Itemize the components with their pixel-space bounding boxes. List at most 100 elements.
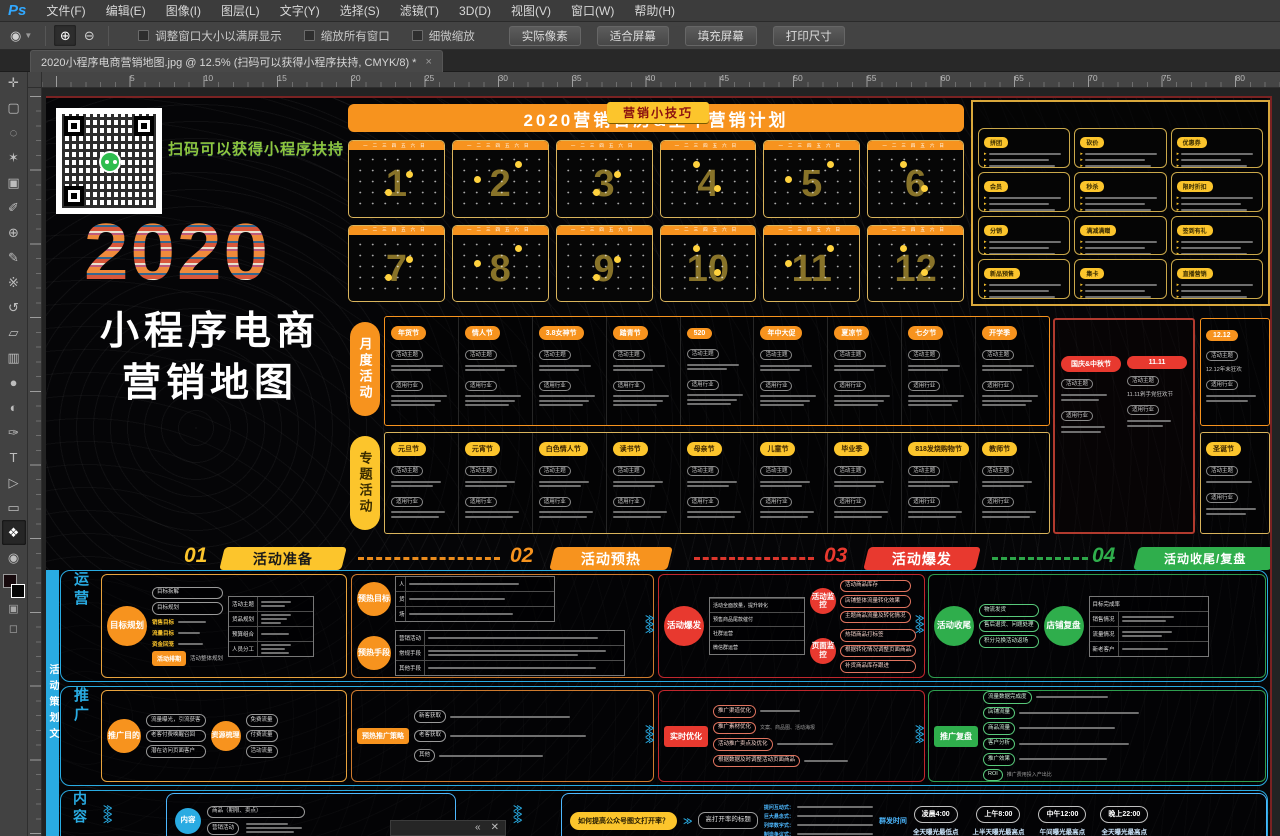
weekday-header: 一二三四五六日: [764, 141, 859, 150]
menu-item[interactable]: 文字(Y): [270, 0, 330, 22]
canvas-area[interactable]: 扫码可以获得小程序扶持 2020 小程序电商 营销地图 2020营销日历&全年营…: [42, 88, 1280, 836]
menu-item[interactable]: 窗口(W): [561, 0, 624, 22]
time-caption: 上半天曝光最高点: [972, 826, 1024, 836]
brush-tool[interactable]: ✎: [2, 245, 26, 270]
move-tool[interactable]: ✛: [2, 70, 26, 95]
themed-activities-label: 专题活动: [350, 436, 380, 530]
weekday-header: 一二三四五六日: [349, 141, 444, 150]
ruler-number: 25: [425, 73, 434, 83]
fit-screen-button[interactable]: 适合屏幕: [597, 26, 669, 46]
tip-title: 限时折扣: [1177, 181, 1213, 192]
actual-pixels-button[interactable]: 实际像素: [509, 26, 581, 46]
node-store-review: 店铺复盘: [1044, 606, 1084, 646]
blur-tool[interactable]: ●: [2, 370, 26, 395]
promotion-row: 推广 推广目的 流量曝光，引流获客老客付费唤醒召回潜在访问页面客户 资源梳理 免…: [60, 686, 1268, 786]
menu-item[interactable]: 文件(F): [36, 0, 95, 22]
poster-title-line1: 小程序电商: [60, 300, 360, 356]
close-icon[interactable]: ×: [425, 56, 431, 68]
lasso-tool[interactable]: ◌: [2, 120, 26, 145]
menu-item[interactable]: 视图(V): [501, 0, 561, 22]
print-size-button[interactable]: 打印尺寸: [773, 26, 845, 46]
clone-stamp-tool[interactable]: ※: [2, 270, 26, 295]
tip-title: 优惠券: [1177, 137, 1207, 148]
industry-label: 适用行业: [982, 381, 1014, 391]
magic-wand-tool[interactable]: ✶: [2, 145, 26, 170]
phase-dash: [694, 557, 814, 560]
highlight-date: [785, 176, 792, 183]
checkbox-icon: [304, 30, 315, 41]
month-card: 一二三四五六日 10: [660, 225, 757, 303]
content-row: 内容 ≫≫≫ 内容 商品（期限、卖点） 营销活动 ≫≫≫ 如何提高公众号图文打开…: [60, 790, 1268, 836]
close-icon[interactable]: ✕: [491, 823, 499, 833]
national-day-column: 国庆&中秋节 活动主题 适用行业: [1061, 356, 1121, 528]
options-bar: ◉▼ ⊕ ⊖ 调整窗口大小以满屏显示 缩放所有窗口 细微缩放 实际像素 适合屏幕…: [0, 22, 1280, 50]
document-tab[interactable]: 2020小程序电商营销地图.jpg @ 12.5% (扫码可以获得小程序扶持, …: [30, 50, 443, 72]
activity-title: 教师节: [982, 442, 1017, 456]
healing-brush-tool[interactable]: ⊕: [2, 220, 26, 245]
pen-tool[interactable]: ✑: [2, 420, 26, 445]
shape-tool[interactable]: ▭: [2, 495, 26, 520]
dodge-tool[interactable]: ◐: [2, 395, 26, 420]
history-brush-tool[interactable]: ↺: [2, 295, 26, 320]
ops-plan-table: 活动主题 货品规划 预算组合 人员分工: [228, 596, 314, 657]
marquee-tool[interactable]: ▢: [2, 95, 26, 120]
themed-activity-column: 读书节 活动主题 适用行业: [607, 433, 681, 533]
ops-phase3: 活动爆发 活动全面放量，提升转化预售商品尾款催付社群运营微信群运营 活动监控 活…: [658, 574, 925, 678]
menu-items: 文件(F)编辑(E)图像(I)图层(L)文字(Y)选择(S)滤镜(T)3D(D)…: [36, 0, 685, 22]
ruler-top: 5101520253035404550556065707580: [42, 72, 1280, 88]
activity-title: 白色情人节: [539, 442, 588, 456]
menu-item[interactable]: 帮助(H): [624, 0, 685, 22]
quick-mask-icon[interactable]: ▣: [2, 598, 26, 618]
menu-item[interactable]: 编辑(E): [96, 0, 156, 22]
theme-label: 活动主题: [908, 350, 940, 360]
menu-item[interactable]: 图层(L): [211, 0, 270, 22]
node-activity-closing: 活动收尾: [934, 606, 974, 646]
activity-title: 踏青节: [613, 326, 648, 340]
zoom-tool[interactable]: ◉: [2, 545, 26, 570]
checkbox-zoom-all-windows[interactable]: 缩放所有窗口: [304, 28, 390, 44]
zoom-tool-preview[interactable]: ◉▼: [0, 28, 38, 44]
tip-title: 新品预售: [984, 268, 1020, 279]
menu-item[interactable]: 图像(I): [156, 0, 211, 22]
gradient-tool[interactable]: ▥: [2, 345, 26, 370]
menu-item[interactable]: 滤镜(T): [390, 0, 449, 22]
collapsed-panel-bar: « ✕: [390, 820, 506, 836]
send-time-item: 晚上22:00 全天曝光最高点: [1100, 806, 1148, 836]
color-swatches[interactable]: [3, 574, 25, 598]
type-tool[interactable]: T: [2, 445, 26, 470]
crop-tool[interactable]: ▣: [2, 170, 26, 195]
industry-label: 适用行业: [391, 381, 423, 391]
path-selection-tool[interactable]: ▷: [2, 470, 26, 495]
industry-label: 适用行业: [465, 381, 497, 391]
flow-arrows-icon: ≫≫≫: [645, 725, 654, 743]
checkbox-scrubby-zoom[interactable]: 细微缩放: [412, 28, 475, 44]
collapse-icon[interactable]: «: [475, 823, 481, 833]
burst-table: 活动全面放量，提升转化预售商品尾款催付社群运营微信群运营: [709, 597, 805, 655]
title-style-list: 提问互动式：巨大悬念式：列举数字式：制造争议式：: [764, 804, 873, 836]
fill-screen-button[interactable]: 填充屏幕: [685, 26, 757, 46]
menu-item[interactable]: 3D(D): [449, 0, 501, 22]
zoom-out-button[interactable]: ⊖: [78, 25, 100, 46]
activity-title: 读书节: [613, 442, 648, 456]
node-warmup-strategy: 预热推广策略: [357, 728, 409, 744]
chevron-down-icon: ▼: [24, 31, 32, 40]
eyedropper-tool[interactable]: ✐: [2, 195, 26, 220]
background-color[interactable]: [11, 584, 25, 598]
eraser-tool[interactable]: ▱: [2, 320, 26, 345]
monthly-activity-column: 七夕节 活动主题 适用行业: [902, 317, 976, 425]
promo-title: 12.12: [1206, 330, 1238, 341]
flow-arrows-icon: ≫≫≫: [645, 615, 654, 633]
tip-title: 分销: [984, 225, 1008, 236]
menu-item[interactable]: 选择(S): [330, 0, 390, 22]
hand-tool[interactable]: ❖: [2, 520, 26, 545]
date-grid: [562, 239, 647, 298]
screen-mode-icon[interactable]: ◻: [2, 618, 26, 638]
tip-title: 签到有礼: [1177, 225, 1213, 236]
checkbox-resize-windows[interactable]: 调整窗口大小以满屏显示: [138, 28, 282, 44]
monthly-activity-column: 踏青节 活动主题 适用行业: [607, 317, 681, 425]
ruler-number: 30: [499, 73, 508, 83]
zoom-in-button[interactable]: ⊕: [54, 25, 76, 46]
date-grid: [873, 239, 958, 298]
tools: ✛▢◌✶▣✐⊕✎※↺▱▥●◐✑T▷▭❖◉: [2, 70, 26, 570]
node-high-open-title: 高打开率的标题: [698, 812, 758, 829]
